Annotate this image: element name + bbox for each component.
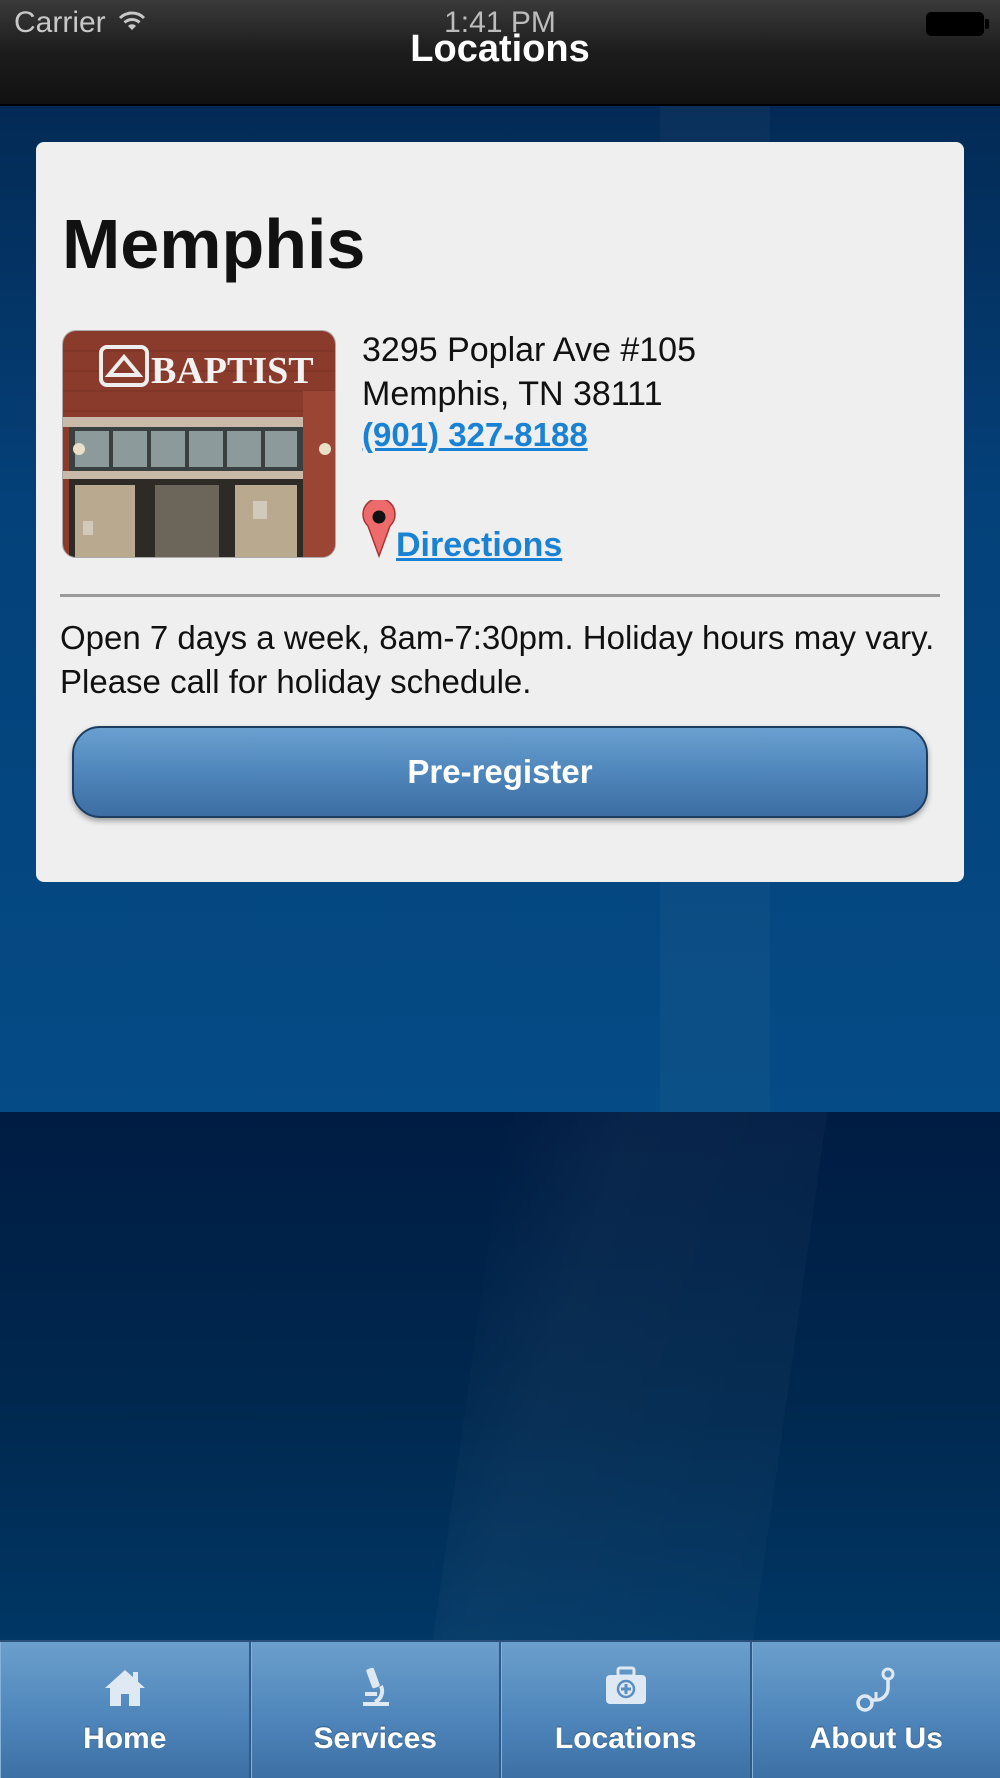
sign-text: BAPTIST [151, 350, 314, 392]
background-lower [0, 1112, 1000, 1640]
tab-home-label: Home [83, 1722, 167, 1755]
tab-services-label: Services [313, 1722, 437, 1755]
page-title: Locations [410, 28, 590, 70]
directions-link[interactable]: Directions [396, 526, 562, 565]
home-icon [103, 1666, 147, 1713]
location-name: Memphis [62, 205, 366, 283]
hours-text: Open 7 days a week, 8am-7:30pm. Holiday … [60, 619, 935, 700]
tab-locations-label: Locations [554, 1722, 697, 1755]
navigation-bar: Carrier 1:41 PM Locations [0, 0, 1000, 106]
address-line-2: Memphis, TN 38111 [362, 375, 663, 413]
tab-bar: Home Services Locations About Us [0, 1640, 1000, 1778]
tab-home[interactable]: Home [0, 1642, 251, 1778]
tab-locations[interactable]: Locations [501, 1642, 752, 1778]
stethoscope-icon [854, 1666, 898, 1717]
tab-services[interactable]: Services [250, 1642, 501, 1778]
tab-about-us-label: About Us [809, 1722, 943, 1755]
tab-about-us[interactable]: About Us [751, 1642, 1000, 1778]
map-pin-icon [362, 497, 396, 563]
medical-kit-icon [604, 1666, 648, 1711]
location-photo: BAPTIST [62, 330, 336, 558]
microscope-icon [353, 1666, 397, 1715]
phone-link[interactable]: (901) 327-8188 [362, 416, 588, 454]
divider [60, 594, 940, 597]
pre-register-button[interactable]: Pre-register [72, 726, 928, 818]
address-block: 3295 Poplar Ave #105 Memphis, TN 38111 [362, 328, 696, 416]
location-card: Memphis BAPTIST 3295 Poplar Ave #105 Mem… [36, 142, 964, 882]
address-line-1: 3295 Poplar Ave #105 [362, 331, 696, 369]
